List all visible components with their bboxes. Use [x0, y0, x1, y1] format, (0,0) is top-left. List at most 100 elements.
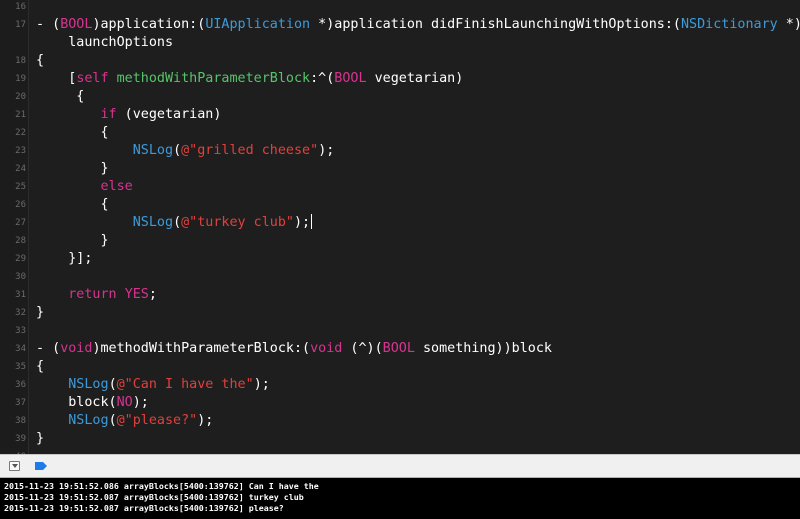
- code-text: }: [36, 430, 44, 448]
- line-number: 36: [15, 380, 26, 390]
- code-token: NSLog: [132, 143, 174, 158]
- console-output: 2015-11-23 19:51:52.086 arrayBlocks[5400…: [0, 478, 800, 519]
- code-token: }: [36, 233, 109, 248]
- code-line[interactable]: 20 {: [0, 88, 800, 106]
- code-line[interactable]: 39}: [0, 430, 800, 448]
- code-line[interactable]: 23 NSLog(@"grilled cheese");: [0, 142, 800, 160]
- code-text: }];: [36, 250, 92, 268]
- code-line[interactable]: 34- (void)methodWithParameterBlock:(void…: [0, 340, 800, 358]
- code-token: else: [100, 179, 133, 194]
- code-token: NSLog: [132, 215, 174, 230]
- line-number: 23: [15, 146, 26, 156]
- code-line[interactable]: 26 {: [0, 196, 800, 214]
- line-number: 38: [15, 416, 26, 426]
- line-number: 26: [15, 200, 26, 210]
- code-line[interactable]: 28 }: [0, 232, 800, 250]
- code-line[interactable]: launchOptions: [0, 34, 800, 52]
- code-line[interactable]: 38 NSLog(@"please?");: [0, 412, 800, 430]
- code-token: @"grilled cheese": [181, 143, 319, 158]
- code-token: - (: [36, 341, 61, 356]
- code-text: else: [36, 178, 133, 196]
- code-token: NSDictionary: [680, 17, 778, 32]
- code-token: )methodWithParameterBlock:(: [92, 341, 311, 356]
- code-token: something))block: [414, 341, 552, 356]
- code-line[interactable]: 19 [self methodWithParameterBlock:^(BOOL…: [0, 70, 800, 88]
- line-number: 32: [15, 308, 26, 318]
- code-line[interactable]: 24 }: [0, 160, 800, 178]
- code-line[interactable]: 31 return YES;: [0, 286, 800, 304]
- code-token: );: [132, 395, 149, 410]
- console-line: 2015-11-23 19:51:52.087 arrayBlocks[5400…: [4, 492, 304, 502]
- code-line[interactable]: 22 {: [0, 124, 800, 142]
- code-token: [: [36, 71, 77, 86]
- hide-debug-area-icon[interactable]: [9, 461, 20, 471]
- code-token: (: [108, 377, 117, 392]
- code-token: vegetarian): [366, 71, 464, 86]
- line-number: 27: [15, 218, 26, 228]
- code-text: - (BOOL)application:(UIApplication *)app…: [36, 16, 800, 34]
- code-text: }: [36, 304, 44, 322]
- code-line[interactable]: 35 {: [0, 358, 800, 376]
- code-line[interactable]: 21 if (vegetarian): [0, 106, 800, 124]
- code-text: {: [36, 52, 44, 70]
- code-token: )application:(: [92, 17, 206, 32]
- line-number: 20: [15, 92, 26, 102]
- code-token: (: [173, 215, 182, 230]
- code-line[interactable]: 27 NSLog(@"turkey club");: [0, 214, 800, 232]
- code-token: NO: [116, 395, 133, 410]
- code-token: }: [36, 431, 45, 446]
- console-line: 2015-11-23 19:51:52.086 arrayBlocks[5400…: [4, 481, 319, 491]
- code-line[interactable]: 25 else: [0, 178, 800, 196]
- code-token: );: [294, 215, 311, 230]
- code-token: void: [310, 341, 343, 356]
- line-number: 30: [15, 272, 26, 282]
- code-text: {: [36, 124, 108, 142]
- code-text: {: [36, 358, 44, 376]
- code-line[interactable]: 36 NSLog(@"Can I have the");: [0, 376, 800, 394]
- console-line: 2015-11-23 19:51:52.087 arrayBlocks[5400…: [4, 503, 284, 513]
- code-token: NSLog: [68, 413, 109, 428]
- code-line[interactable]: 32}: [0, 304, 800, 322]
- code-text: }: [36, 232, 109, 250]
- line-number: 31: [15, 290, 26, 300]
- code-token: (vegetarian): [116, 107, 222, 122]
- code-token: );: [253, 377, 270, 392]
- code-text: NSLog(@"grilled cheese");: [36, 142, 335, 160]
- code-line[interactable]: 16: [0, 0, 800, 16]
- code-line[interactable]: 18 {: [0, 52, 800, 70]
- line-number: 24: [15, 164, 26, 174]
- code-text: if (vegetarian): [36, 106, 222, 124]
- code-text: NSLog(@"please?");: [36, 412, 213, 430]
- code-token: if: [100, 107, 117, 122]
- code-text: {: [36, 88, 84, 106]
- code-text: return YES;: [36, 286, 157, 304]
- line-number: 33: [15, 326, 26, 336]
- code-line[interactable]: 17 - (BOOL)application:(UIApplication *)a…: [0, 16, 800, 34]
- code-token: return: [68, 287, 117, 302]
- code-line[interactable]: 37 block(NO);: [0, 394, 800, 412]
- code-line[interactable]: 29 }];: [0, 250, 800, 268]
- code-token: - (: [36, 17, 61, 32]
- line-number: 17: [15, 20, 26, 30]
- breakpoint-toggle-icon[interactable]: [35, 462, 47, 470]
- code-line[interactable]: 30: [0, 268, 800, 286]
- line-number: 37: [15, 398, 26, 408]
- code-editor[interactable]: 16 17 - (BOOL)application:(UIApplication *…: [0, 0, 800, 454]
- code-text: {: [36, 196, 108, 214]
- code-line[interactable]: 33: [0, 322, 800, 340]
- code-text: NSLog(@"Can I have the");: [36, 376, 270, 394]
- code-token: (: [173, 143, 182, 158]
- code-text: NSLog(@"turkey club");: [36, 214, 313, 232]
- code-token: UIApplication: [205, 17, 311, 32]
- code-text: }: [36, 160, 108, 178]
- code-token: *)application didFinishLaunchingWithOpti…: [310, 17, 681, 32]
- code-token: {: [36, 53, 45, 68]
- code-token: }];: [36, 251, 93, 266]
- code-text: [self methodWithParameterBlock:^(BOOL ve…: [36, 70, 463, 88]
